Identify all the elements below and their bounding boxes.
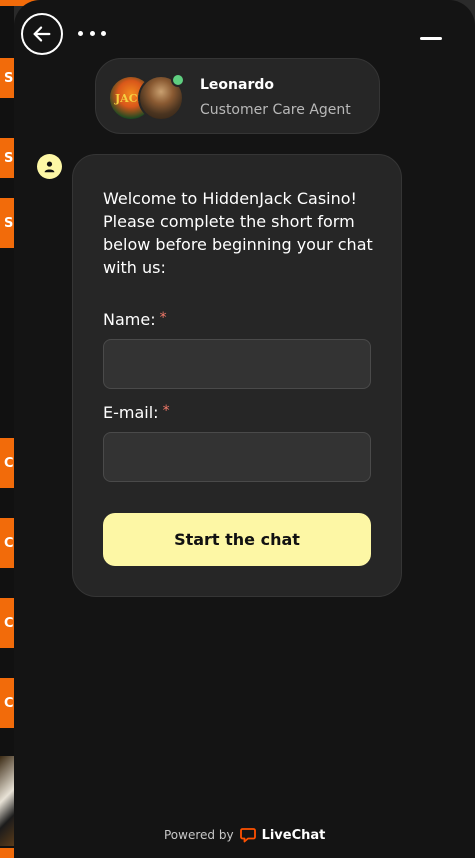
more-horizontal-icon <box>78 30 83 36</box>
background-column <box>0 0 14 858</box>
name-label: Name: * <box>103 310 167 329</box>
name-field[interactable] <box>103 339 371 389</box>
required-mark: * <box>162 403 170 419</box>
user-icon <box>44 161 55 173</box>
minimize-icon <box>420 37 442 40</box>
powered-by-text: Powered by <box>164 828 234 842</box>
message-avatar <box>37 154 62 179</box>
minimize-button[interactable] <box>420 32 444 44</box>
livechat-logo-icon <box>239 828 256 843</box>
agent-role: Customer Care Agent <box>200 102 351 118</box>
agent-card: JACK Leonardo Customer Care Agent <box>95 58 380 134</box>
background-image <box>0 756 14 846</box>
start-chat-button[interactable]: Start the chat <box>103 513 371 566</box>
powered-by-footer[interactable]: Powered by LiveChat <box>164 826 325 844</box>
livechat-brand: LiveChat <box>261 827 326 843</box>
email-label: E-mail: * <box>103 403 170 422</box>
online-status-indicator <box>171 73 185 87</box>
prechat-form: Welcome to HiddenJack Casino! Please com… <box>72 154 402 597</box>
email-label-text: E-mail: <box>103 403 159 422</box>
back-button[interactable] <box>21 13 63 55</box>
agent-name: Leonardo <box>200 77 274 93</box>
chat-widget: JACK Leonardo Customer Care Agent Welcom… <box>14 0 475 858</box>
required-mark: * <box>159 310 167 326</box>
welcome-message: Welcome to HiddenJack Casino! Please com… <box>103 189 373 277</box>
arrow-left-icon <box>33 26 51 42</box>
more-options-button[interactable] <box>78 26 106 40</box>
name-label-text: Name: <box>103 310 156 329</box>
email-field[interactable] <box>103 432 371 482</box>
